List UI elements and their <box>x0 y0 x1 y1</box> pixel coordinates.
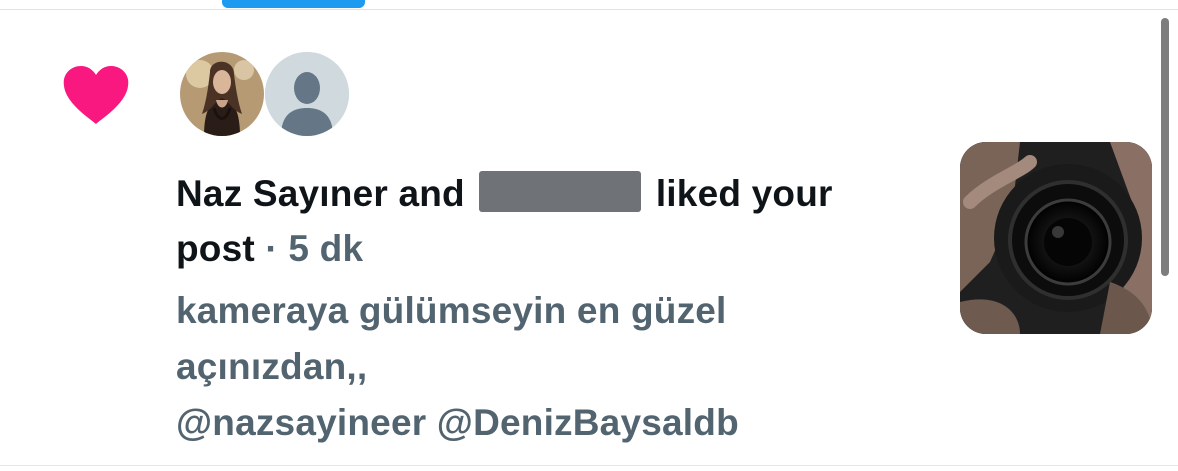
default-avatar-icon <box>265 52 349 136</box>
heart-icon <box>63 66 129 124</box>
post-preview[interactable]: kameraya gülümseyin en güzel açınızdan,,… <box>176 283 876 451</box>
notification-page: Naz Sayıner and liked your post · 5 dk k… <box>0 0 1178 471</box>
preview-line: @nazsayineer @DenizBaysaldb <box>176 402 739 443</box>
time-separator: · <box>265 228 278 269</box>
liker-name[interactable]: Naz Sayıner <box>176 173 388 214</box>
notification-text: Naz Sayıner and liked your post · 5 dk <box>176 166 916 276</box>
preview-line: açınızdan,, <box>176 346 368 387</box>
profile-photo <box>180 52 264 136</box>
active-tab-indicator <box>222 0 365 8</box>
redacted-name <box>479 171 642 212</box>
avatar-default[interactable] <box>265 52 349 136</box>
camera-photo <box>960 142 1152 334</box>
preview-line: kameraya gülümseyin en güzel <box>176 290 727 331</box>
avatar-naz-sayiner[interactable] <box>180 52 264 136</box>
post-thumbnail[interactable] <box>960 142 1152 334</box>
scrollbar[interactable] <box>1161 18 1169 276</box>
timestamp: 5 dk <box>288 228 364 269</box>
connector-text: and <box>398 173 465 214</box>
divider <box>0 9 1178 10</box>
divider <box>0 465 1178 466</box>
